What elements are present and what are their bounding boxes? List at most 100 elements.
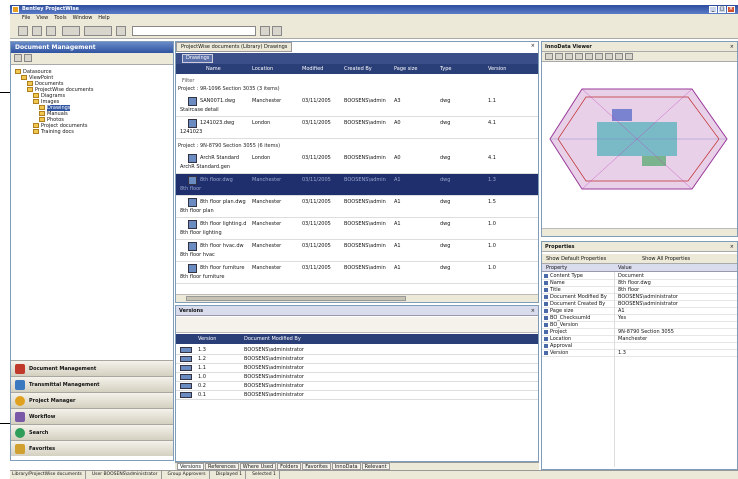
property-row[interactable]: BO_ChecksumId Yes [542,315,737,322]
tab-favorites[interactable]: Favorites [302,463,331,470]
table-row[interactable]: SAN0071.dwg Manchester 03/11/2005 BOOSENS\a… [176,95,538,117]
group-header[interactable]: Project : 9R-1096 Section 3035 (3 items) [178,86,280,92]
table-row[interactable]: 8th floor plan.dwg Manchester 03/11/2005 BO… [176,196,538,218]
show-all-properties-tab[interactable]: Show All Properties [642,256,690,262]
fit-icon[interactable] [575,53,583,60]
maximize-icon[interactable]: □ [718,6,726,13]
group-header[interactable]: Project : 9N-8790 Section 3055 (6 items) [178,143,280,149]
tab-references[interactable]: References [205,463,239,470]
cell-version: 4.1 [488,155,496,161]
go-icon[interactable] [260,26,270,36]
table-row[interactable]: 1241023.dwg London 03/11/2005 BOOSENS\admin… [176,117,538,139]
menu-file[interactable]: File [22,14,30,23]
menu-view[interactable]: View [36,14,48,23]
cell-name: 8th floor.dwg [200,177,233,183]
property-row[interactable]: Approval [542,343,737,350]
search-input[interactable] [132,26,256,36]
property-row[interactable]: Document Modified By BOOSENS\administrato… [542,294,737,301]
options-icon[interactable] [272,26,282,36]
property-row[interactable]: Name 8th floor.dwg [542,280,737,287]
search-icon[interactable] [62,26,80,36]
rotate-icon[interactable] [605,53,613,60]
print-icon[interactable] [595,53,603,60]
property-row[interactable]: Project 9N-8790 Section 3055 [542,329,737,336]
document-tab[interactable]: ProjectWise documents (Library) Drawings [176,42,293,52]
version-row[interactable]: 1.0 BOOSENS\administrator [176,373,538,382]
col-type[interactable]: Type [440,66,451,72]
nav-document-management[interactable]: Document Management [11,360,173,376]
tree-view-icon[interactable] [14,54,22,62]
property-row[interactable]: Title 8th floor [542,287,737,294]
version-row[interactable]: 0.1 BOOSENS\administrator [176,391,538,400]
col-modified-by[interactable]: Document Modified By [244,336,301,342]
nav-project-manager[interactable]: Project Manager [11,392,173,408]
col-name[interactable]: Name [206,66,221,72]
menu-help[interactable]: Help [98,14,109,23]
zoom-in-icon[interactable] [545,53,553,60]
col-location[interactable]: Location [252,66,273,72]
tab-folders[interactable]: Folders [277,463,302,470]
horizontal-scrollbar[interactable] [176,294,538,302]
menu-tools[interactable]: Tools [54,14,66,23]
col-version[interactable]: Version [198,336,216,342]
panel-close-icon[interactable]: × [531,43,535,49]
version-row[interactable]: 1.2 BOOSENS\administrator [176,355,538,364]
toolbar-icon[interactable] [84,26,112,36]
nav-favorites[interactable]: Favorites [11,440,173,456]
table-row[interactable]: 8th floor.dwg Manchester 03/11/2005 BOOSENS… [176,174,538,196]
property-row[interactable]: Location Manchester [542,336,737,343]
version-row[interactable]: 1.1 BOOSENS\administrator [176,364,538,373]
col-page-size[interactable]: Page size [394,66,417,72]
scroll-thumb[interactable] [186,296,406,301]
col-modified[interactable]: Modified [302,66,323,72]
table-row[interactable]: 8th floor furniture Manchester 03/11/2005 B… [176,262,538,284]
filter-icon[interactable] [116,26,126,36]
filter-row[interactable]: Filter [182,78,194,84]
minimize-icon[interactable]: _ [709,6,717,13]
list-view-icon[interactable] [24,54,32,62]
measure-icon[interactable] [615,53,623,60]
version-row[interactable]: 0.2 BOOSENS\administrator [176,382,538,391]
pan-icon[interactable] [565,53,573,60]
tab-where-used[interactable]: Where Used [239,463,277,470]
menu-window[interactable]: Window [73,14,93,23]
close-icon[interactable]: × [727,6,735,13]
table-row[interactable]: ArchR Standard London 03/11/2005 BOOSENS\ad… [176,152,538,174]
transmittal-icon [15,380,25,390]
versions-close-icon[interactable]: × [531,308,535,314]
property-row[interactable]: Document Created By BOOSENS\administrator [542,301,737,308]
property-row[interactable]: Content Type Document [542,273,737,280]
col-property[interactable]: Property [546,265,567,271]
property-row[interactable]: Version 1.3 [542,350,737,357]
tab-innodata[interactable]: InnoData [331,463,361,470]
table-row[interactable]: 8th floor lighting.d Manchester 03/11/2005… [176,218,538,240]
layers-icon[interactable] [585,53,593,60]
up-icon[interactable] [46,26,56,36]
drawing-preview[interactable] [542,64,737,214]
table-row[interactable]: 8th floor hvac.dw Manchester 03/11/2005 BOO… [176,240,538,262]
show-default-properties-tab[interactable]: Show Default Properties [546,256,606,262]
cell-created-by: BOOSENS\admin [344,177,386,183]
property-value: 9N-8790 Section 3055 [618,329,674,335]
zoom-out-icon[interactable] [555,53,563,60]
nav-transmittal-management[interactable]: Transmittal Management [11,376,173,392]
tab-versions[interactable]: Versions [177,463,204,470]
properties-close-icon[interactable]: × [730,244,734,250]
version-row[interactable]: 1.3 BOOSENS\administrator [176,346,538,355]
tree-node[interactable]: Training docs [33,129,74,135]
tab-relevant[interactable]: Relevant [361,463,390,470]
cell-description: 8th floor lighting [180,230,222,236]
viewer-scrollbar[interactable] [542,228,737,236]
col-value[interactable]: Value [618,265,632,271]
property-row[interactable]: Page size A1 [542,308,737,315]
markup-icon[interactable] [625,53,633,60]
property-row[interactable]: BO_Version [542,322,737,329]
forward-icon[interactable] [32,26,42,36]
col-version[interactable]: Version [488,66,506,72]
viewer-close-icon[interactable]: × [730,44,734,50]
nav-workflow[interactable]: Workflow [11,408,173,424]
back-icon[interactable] [18,26,28,36]
col-created-by[interactable]: Created By [344,66,372,72]
nav-search[interactable]: Search [11,424,173,440]
drawings-subtab[interactable]: Drawings [182,54,214,63]
